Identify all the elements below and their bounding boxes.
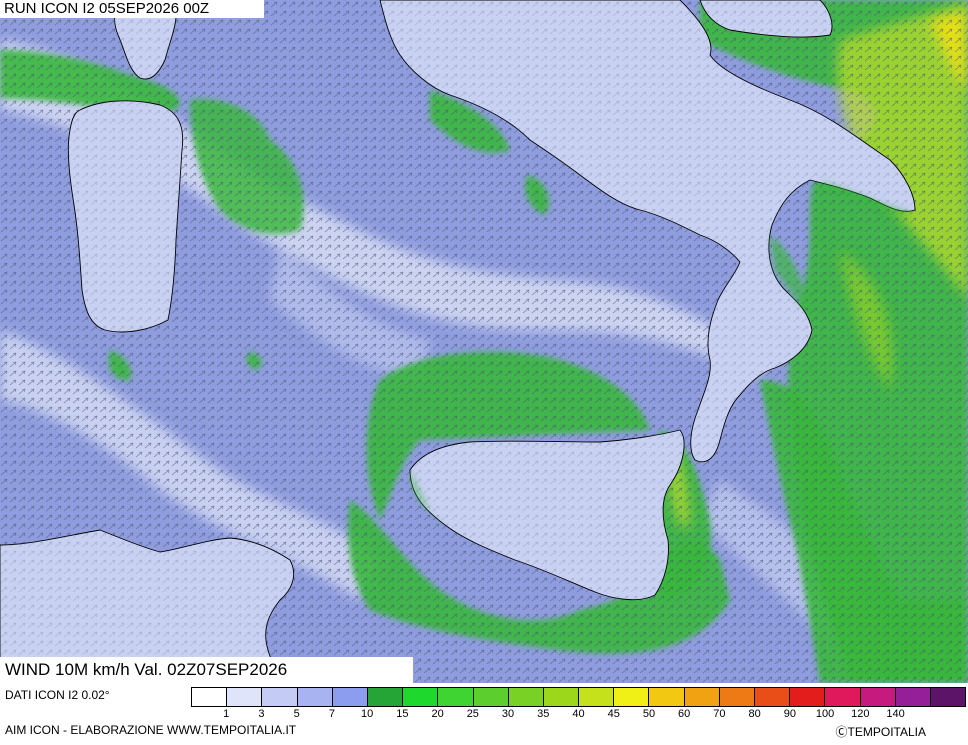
scale-tick-label: 15 [396, 708, 409, 720]
scale-swatch [367, 688, 404, 706]
scale-tick-label: 50 [642, 708, 656, 720]
scale-tick-label: 45 [607, 708, 620, 720]
scale-swatch [790, 688, 826, 706]
scale-swatch [508, 688, 544, 706]
scale-swatch [930, 688, 966, 706]
scale-tick-label: 30 [501, 708, 515, 720]
legend-footer: DATI ICON I2 0.02° 1 3 5 7 10 15 20 25 30 35 40 45 5… [0, 683, 968, 745]
run-label: RUN ICON I2 05SEP2026 00Z [0, 0, 264, 18]
scale-tick-label: 100 [815, 708, 835, 720]
scale-swatch [192, 688, 228, 706]
scale-swatch [403, 688, 439, 706]
scale-swatch [543, 688, 580, 706]
scale-tick-label: 25 [466, 708, 479, 720]
scale-tick-label: 70 [713, 708, 726, 720]
color-scale [191, 687, 966, 707]
scale-swatch [684, 688, 720, 706]
scale-tick-label: 120 [851, 708, 870, 720]
color-scale-ticks: 1 3 5 7 10 15 20 25 30 35 40 45 50 60 70 80 90 100 120 140 [191, 708, 966, 722]
scale-swatch [262, 688, 298, 706]
scale-swatch [649, 688, 685, 706]
scale-tick-label: 40 [572, 708, 585, 720]
scale-swatch [332, 688, 368, 706]
scale-tick-label: 60 [678, 708, 691, 720]
scale-swatch [755, 688, 791, 706]
scale-tick-label: 35 [537, 708, 550, 720]
scale-swatch [579, 688, 615, 706]
valid-time-label: WIND 10M km/h Val. 02Z07SEP2026 [0, 657, 413, 683]
scale-swatch [825, 688, 861, 706]
scale-swatch [895, 688, 931, 706]
scale-tick-label: 5 [293, 708, 300, 720]
scale-tick-label: 140 [886, 708, 905, 720]
scale-tick-label: 1 [223, 708, 230, 720]
scale-swatch [227, 688, 263, 706]
wind-map [0, 0, 968, 683]
scale-swatch [860, 688, 896, 706]
scale-tick-label: 20 [431, 708, 444, 720]
scale-swatch [614, 688, 650, 706]
wind-map-canvas [0, 0, 968, 683]
land-arrows-overlay [0, 0, 968, 683]
data-source-label: DATI ICON I2 0.02° [5, 688, 110, 702]
scale-tick-label: 7 [328, 708, 335, 720]
copyright-label: ⒸTEMPOITALIA [835, 725, 926, 739]
scale-swatch [438, 688, 474, 706]
scale-swatch [473, 688, 509, 706]
credit-label: AIM ICON - ELABORAZIONE WWW.TEMPOITALIA.… [5, 723, 297, 737]
scale-tick-label: 3 [258, 708, 265, 720]
scale-tick-label: 80 [748, 708, 761, 720]
scale-tick-label: 90 [783, 708, 796, 720]
scale-tick-label: 10 [361, 708, 374, 720]
scale-swatch [297, 688, 333, 706]
scale-swatch [719, 688, 755, 706]
